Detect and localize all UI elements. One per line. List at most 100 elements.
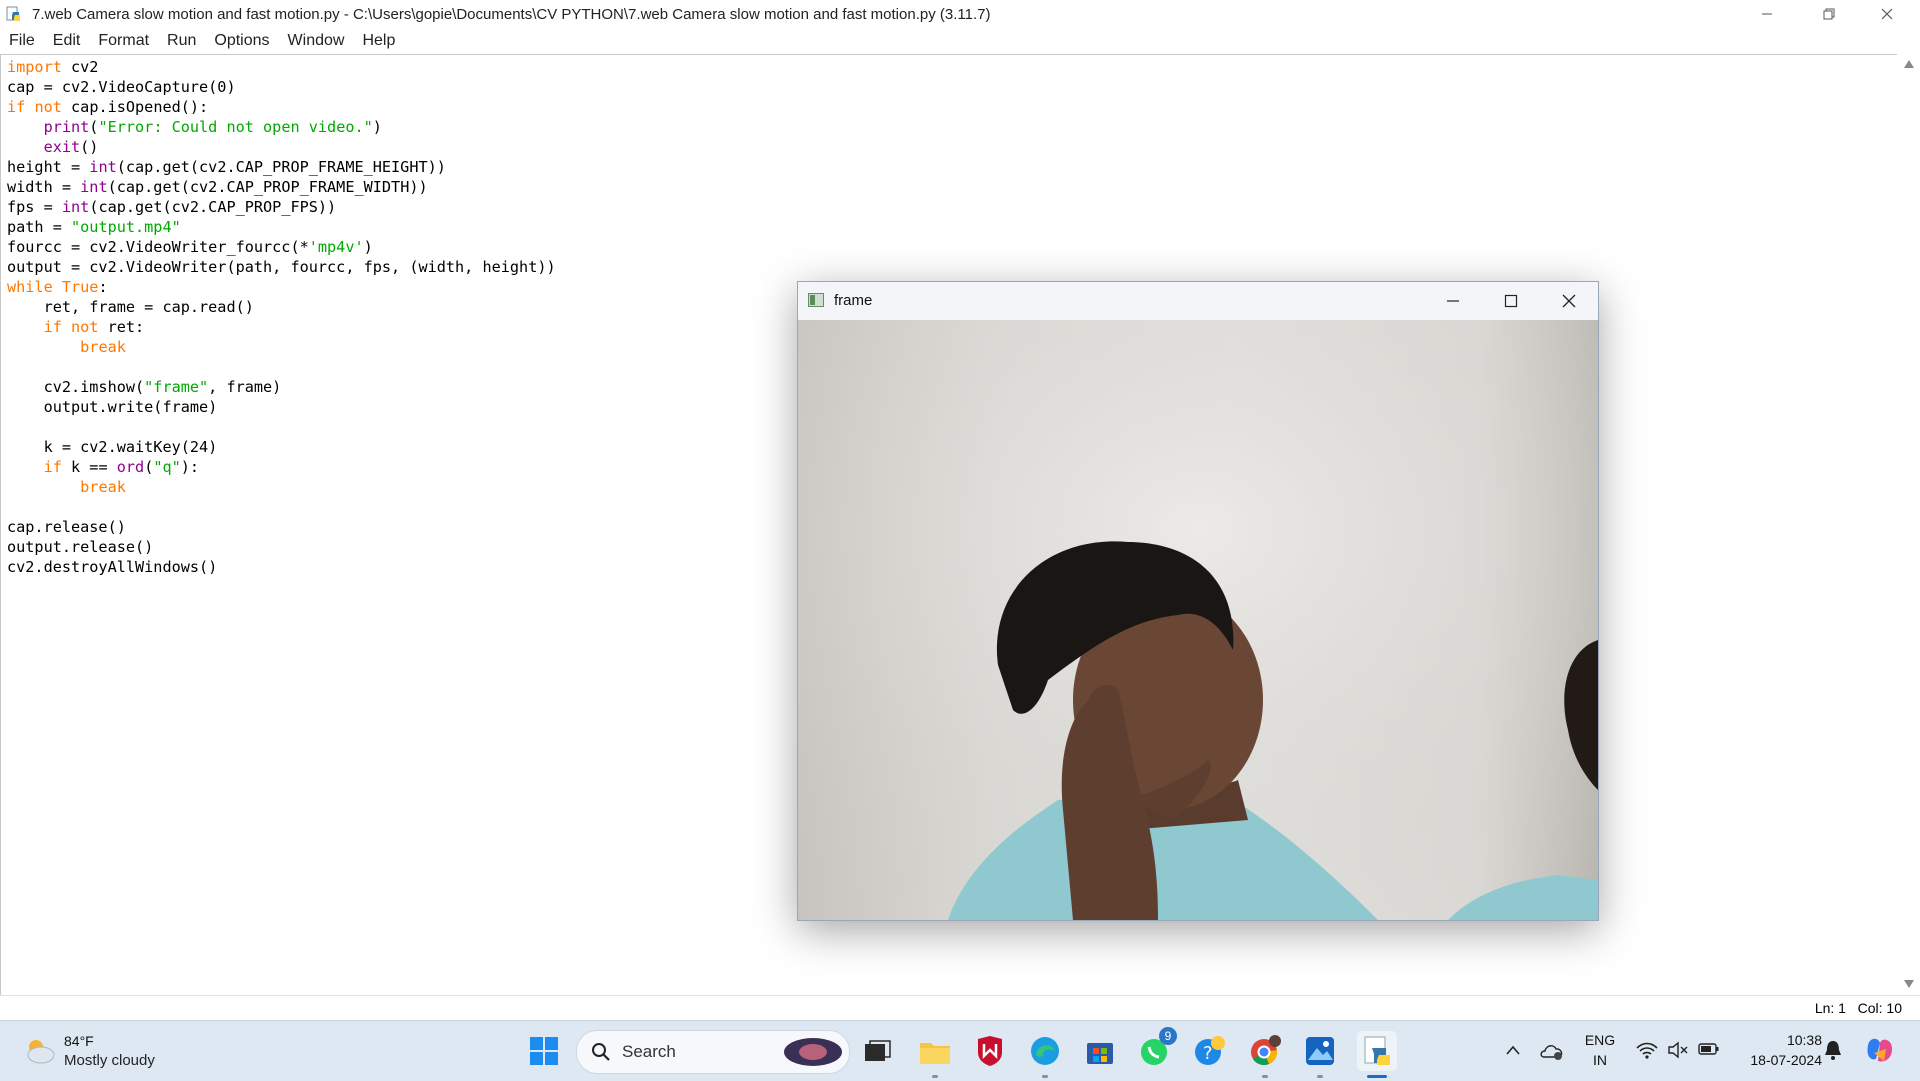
frame-window[interactable]: frame <box>797 281 1599 921</box>
menu-help[interactable]: Help <box>353 32 404 50</box>
camera-feed-image <box>798 320 1598 920</box>
menu-options[interactable]: Options <box>205 32 278 50</box>
code-token: k == <box>61 458 117 476</box>
code-line[interactable] <box>7 497 556 517</box>
frame-minimize-button[interactable] <box>1424 282 1482 320</box>
svg-text:?: ? <box>1203 1043 1213 1064</box>
code-line[interactable] <box>7 357 556 377</box>
copilot-icon[interactable] <box>1864 1035 1896 1067</box>
code-line[interactable]: break <box>7 477 556 497</box>
code-token: cv2 <box>61 58 99 76</box>
search-icon <box>592 1043 610 1061</box>
code-line[interactable]: fourcc = cv2.VideoWriter_fourcc(*'mp4v') <box>7 237 556 257</box>
frame-title-bar[interactable]: frame <box>798 282 1598 320</box>
start-button[interactable] <box>526 1033 562 1069</box>
search-label: Search <box>622 1042 676 1061</box>
notification-bell-icon[interactable] <box>1824 1039 1842 1061</box>
edge-icon <box>1031 1037 1059 1065</box>
clock-date[interactable]: 18-07-2024 <box>1732 1052 1822 1068</box>
wifi-icon[interactable] <box>1636 1041 1658 1059</box>
battery-icon[interactable] <box>1698 1042 1720 1056</box>
code-line[interactable]: cap = cv2.VideoCapture(0) <box>7 77 556 97</box>
language-indicator-top[interactable]: ENG <box>1583 1032 1617 1048</box>
code-line[interactable]: height = int(cap.get(cv2.CAP_PROP_FRAME_… <box>7 157 556 177</box>
photos-app-button[interactable] <box>1302 1033 1338 1069</box>
idle-python-button[interactable] <box>1357 1031 1397 1071</box>
close-button[interactable] <box>1858 0 1916 28</box>
minimize-button[interactable] <box>1738 0 1796 28</box>
window-title-bar: 7.web Camera slow motion and fast motion… <box>0 0 1920 28</box>
code-line[interactable]: cv2.destroyAllWindows() <box>7 557 556 577</box>
code-token: k = cv2.waitKey(24) <box>7 438 218 456</box>
get-help-icon: ? <box>1195 1036 1225 1065</box>
code-token: "Error: Could not open video." <box>98 118 373 136</box>
scroll-down-arrow-icon[interactable] <box>1904 980 1914 988</box>
code-line[interactable]: if not cap.isOpened(): <box>7 97 556 117</box>
help-app-button[interactable]: ? <box>1192 1033 1228 1069</box>
menu-edit[interactable]: Edit <box>44 32 90 50</box>
taskbar-search-box[interactable]: Search <box>576 1030 850 1074</box>
restore-button[interactable] <box>1800 0 1858 28</box>
code-line[interactable]: output.release() <box>7 537 556 557</box>
code-text[interactable]: import cv2 cap = cv2.VideoCapture(0) if no… <box>7 57 556 577</box>
code-token: True <box>61 278 99 296</box>
code-line[interactable]: break <box>7 337 556 357</box>
scroll-up-arrow-icon[interactable] <box>1904 60 1914 68</box>
chrome-button[interactable] <box>1247 1033 1283 1069</box>
language-indicator-bottom[interactable]: IN <box>1583 1052 1617 1068</box>
frame-close-button[interactable] <box>1540 282 1598 320</box>
code-line[interactable]: if k == ord("q"): <box>7 457 556 477</box>
code-line[interactable] <box>7 417 556 437</box>
edge-browser-button[interactable] <box>1027 1033 1063 1069</box>
whatsapp-notification-badge: 9 <box>1159 1027 1177 1045</box>
code-line[interactable]: import cv2 <box>7 57 556 77</box>
code-line[interactable]: ret, frame = cap.read() <box>7 297 556 317</box>
line-number: Ln: 1 <box>1814 1000 1846 1016</box>
menu-file[interactable]: File <box>0 32 44 50</box>
code-line[interactable]: cap.release() <box>7 517 556 537</box>
code-line[interactable]: print("Error: Could not open video.") <box>7 117 556 137</box>
code-token: output.release() <box>7 538 154 556</box>
file-explorer-button[interactable] <box>917 1033 953 1069</box>
code-token: cap.release() <box>7 518 126 536</box>
weather-temperature[interactable]: 84°F <box>64 1033 94 1049</box>
weather-description[interactable]: Mostly cloudy <box>64 1052 155 1069</box>
code-token: height = <box>7 158 90 176</box>
menu-window[interactable]: Window <box>279 32 354 50</box>
code-line[interactable]: exit() <box>7 137 556 157</box>
menu-run[interactable]: Run <box>158 32 205 50</box>
code-line[interactable]: cv2.imshow("frame", frame) <box>7 377 556 397</box>
code-token: "q" <box>153 458 181 476</box>
code-token: output.write(frame) <box>7 398 218 416</box>
code-line[interactable]: output.write(frame) <box>7 397 556 417</box>
code-line[interactable]: while True: <box>7 277 556 297</box>
microsoft-store-button[interactable] <box>1082 1033 1118 1069</box>
code-token: fourcc = cv2.VideoWriter_fourcc(* <box>7 238 309 256</box>
weather-cloudy-icon[interactable] <box>22 1037 56 1065</box>
whatsapp-button[interactable]: 9 <box>1137 1027 1177 1069</box>
onedrive-cloud-icon[interactable] <box>1540 1041 1564 1061</box>
task-view-icon <box>865 1040 891 1061</box>
speaker-muted-icon[interactable] <box>1667 1041 1689 1059</box>
menu-format[interactable]: Format <box>89 32 158 50</box>
code-line[interactable]: k = cv2.waitKey(24) <box>7 437 556 457</box>
code-line[interactable]: if not ret: <box>7 317 556 337</box>
code-line[interactable]: output = cv2.VideoWriter(path, fourcc, f… <box>7 257 556 277</box>
task-view-button[interactable] <box>860 1033 896 1069</box>
code-line[interactable]: fps = int(cap.get(cv2.CAP_PROP_FPS)) <box>7 197 556 217</box>
code-token: int <box>61 198 90 216</box>
vertical-scrollbar[interactable] <box>1898 54 1920 994</box>
clock-time[interactable]: 10:38 <box>1732 1032 1822 1048</box>
code-token: (cap.get(cv2.CAP_PROP_FRAME_WIDTH)) <box>107 178 428 196</box>
code-token: ) <box>363 238 373 256</box>
code-line[interactable]: width = int(cap.get(cv2.CAP_PROP_FRAME_W… <box>7 177 556 197</box>
frame-maximize-button[interactable] <box>1482 282 1540 320</box>
code-token: () <box>80 138 99 156</box>
mcafee-button[interactable] <box>972 1033 1008 1069</box>
code-token: fps = <box>7 198 62 216</box>
chevron-up-icon[interactable] <box>1505 1044 1521 1056</box>
code-line[interactable]: path = "output.mp4" <box>7 217 556 237</box>
python-idle-icon <box>6 6 20 21</box>
code-token: output = cv2.VideoWriter(path, fourcc, f… <box>7 258 556 276</box>
